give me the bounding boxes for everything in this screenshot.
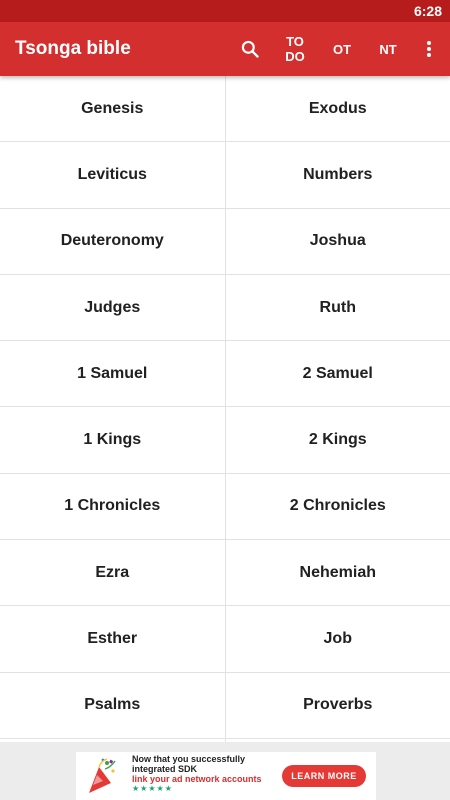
book-psalms[interactable]: Psalms (0, 672, 226, 738)
todo-label: TO DO (285, 34, 305, 64)
book-deuteronomy[interactable]: Deuteronomy (0, 208, 226, 274)
ad-rating-stars: ★★★★★ (132, 784, 173, 793)
book-row: 1 Chronicles 2 Chronicles (0, 473, 450, 541)
book-row: Judges Ruth (0, 274, 450, 342)
nt-label: NT (379, 41, 397, 57)
book-row: Ezra Nehemiah (0, 540, 450, 607)
ad-line1b: integrated SDK (132, 764, 198, 774)
party-popper-icon (89, 758, 116, 793)
book-1-kings[interactable]: 1 Kings (0, 407, 226, 473)
old-testament-button[interactable]: OT (327, 22, 357, 76)
ad-text: Now that you successfully integrated SDK… (132, 754, 282, 794)
book-1-samuel[interactable]: 1 Samuel (0, 341, 226, 407)
ad-card[interactable]: Now that you successfully integrated SDK… (76, 752, 376, 800)
book-2-chronicles[interactable]: 2 Chronicles (226, 474, 450, 539)
book-1-chronicles[interactable]: 1 Chronicles (0, 473, 226, 540)
todo-button[interactable]: TO DO (278, 22, 312, 76)
status-bar: 6:28 (0, 0, 450, 22)
book-genesis[interactable]: Genesis (0, 76, 226, 142)
book-2-kings[interactable]: 2 Kings (226, 407, 450, 472)
book-job[interactable]: Job (226, 606, 450, 671)
book-row: Psalms Proverbs (0, 672, 450, 739)
book-proverbs[interactable]: Proverbs (226, 673, 450, 738)
ad-line1: Now that you successfully (132, 754, 246, 764)
ad-line2: link your ad network accounts (132, 774, 262, 784)
search-button[interactable] (236, 22, 264, 76)
search-icon (241, 40, 259, 58)
book-ruth[interactable]: Ruth (226, 275, 450, 340)
book-row: Genesis Exodus (0, 76, 450, 143)
book-numbers[interactable]: Numbers (226, 142, 450, 207)
book-row: Deuteronomy Joshua (0, 208, 450, 275)
learn-more-button[interactable]: LEARN MORE (282, 765, 366, 787)
book-row: Esther Job (0, 606, 450, 673)
book-exodus[interactable]: Exodus (226, 76, 450, 141)
book-esther[interactable]: Esther (0, 606, 226, 672)
app-bar: Tsonga bible TO DO OT NT (0, 22, 450, 76)
ot-label: OT (332, 41, 352, 57)
book-row: 1 Kings 2 Kings (0, 407, 450, 474)
book-row: Leviticus Numbers (0, 142, 450, 209)
status-time: 6:28 (413, 3, 442, 19)
new-testament-button[interactable]: NT (373, 22, 403, 76)
book-ezra[interactable]: Ezra (0, 540, 226, 606)
ad-banner: Now that you successfully integrated SDK… (0, 742, 450, 800)
book-2-samuel[interactable]: 2 Samuel (226, 341, 450, 406)
book-leviticus[interactable]: Leviticus (0, 142, 226, 208)
app-title: Tsonga bible (15, 38, 131, 59)
book-judges[interactable]: Judges (0, 274, 226, 341)
book-nehemiah[interactable]: Nehemiah (226, 540, 450, 605)
book-row: 1 Samuel 2 Samuel (0, 341, 450, 408)
book-grid: Genesis Exodus Leviticus Numbers Deutero… (0, 76, 450, 742)
book-joshua[interactable]: Joshua (226, 209, 450, 274)
overflow-menu-button[interactable] (420, 22, 438, 76)
more-vert-icon (427, 41, 431, 57)
